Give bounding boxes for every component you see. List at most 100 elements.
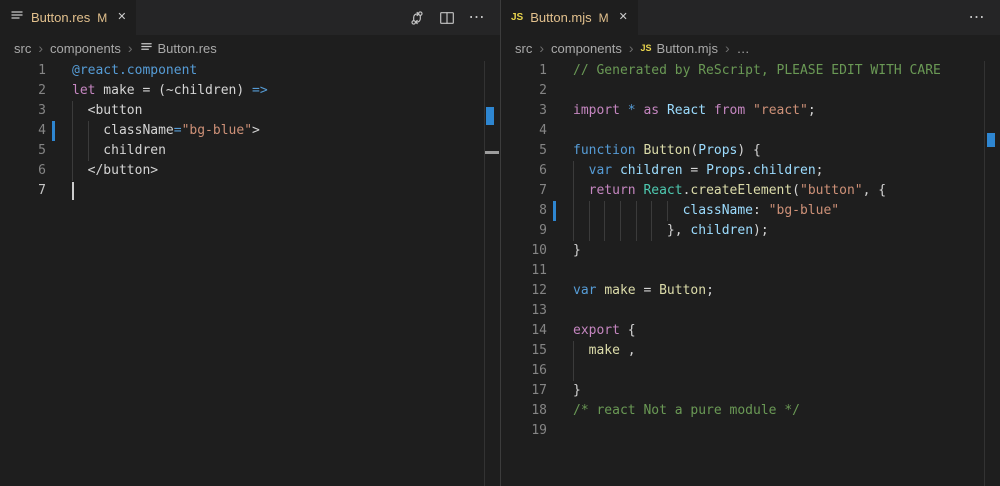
git-modified-badge: M bbox=[599, 11, 609, 25]
code-line[interactable]: 16 bbox=[501, 361, 1000, 381]
rescript-file-icon bbox=[10, 8, 24, 27]
code-line[interactable]: 13 bbox=[501, 301, 1000, 321]
line-number: 10 bbox=[501, 241, 547, 261]
code-token: . bbox=[745, 163, 753, 178]
line-content bbox=[573, 121, 1000, 141]
code-line[interactable]: 5 children bbox=[0, 141, 500, 161]
vscode-editor-window: Button.res M ✕ bbox=[0, 0, 1000, 486]
code-token: "react" bbox=[753, 103, 808, 118]
code-line[interactable]: 1// Generated by ReScript, PLEASE EDIT W… bbox=[501, 61, 1000, 81]
code-token: { bbox=[620, 323, 636, 338]
line-number: 7 bbox=[0, 181, 46, 201]
line-number: 3 bbox=[501, 101, 547, 121]
indent-guide bbox=[589, 221, 590, 241]
code-token: , { bbox=[863, 183, 886, 198]
tab-button-mjs[interactable]: JS Button.mjs M ✕ bbox=[501, 0, 638, 35]
code-line[interactable]: 7 bbox=[0, 181, 500, 201]
code-editor-left[interactable]: 1 @react.component2let make = (~children)… bbox=[0, 61, 500, 486]
line-content: /* react Not a pure module */ bbox=[573, 401, 1000, 421]
line-content: } bbox=[573, 241, 1000, 261]
code-line[interactable]: 18/* react Not a pure module */ bbox=[501, 401, 1000, 421]
code-line[interactable]: 1 @react.component bbox=[0, 61, 500, 81]
gutter bbox=[547, 261, 573, 281]
code-line[interactable]: 5function Button(Props) { bbox=[501, 141, 1000, 161]
gutter bbox=[46, 61, 72, 81]
code-token: children bbox=[72, 143, 166, 158]
code-token: var bbox=[573, 283, 604, 298]
line-number: 16 bbox=[501, 361, 547, 381]
code-line[interactable]: 15 make , bbox=[501, 341, 1000, 361]
code-line[interactable]: 7 return React.createElement("button", { bbox=[501, 181, 1000, 201]
indent-guide bbox=[620, 201, 621, 221]
overview-modified-mark bbox=[486, 107, 494, 125]
code-token: = bbox=[174, 123, 182, 138]
line-content: children bbox=[72, 141, 500, 161]
breadcrumb-file[interactable]: JS Button.mjs bbox=[641, 41, 718, 56]
close-icon[interactable]: ✕ bbox=[619, 12, 628, 23]
code-line[interactable]: 8 className: "bg-blue" bbox=[501, 201, 1000, 221]
more-actions-icon[interactable]: ⋯ bbox=[968, 9, 986, 27]
breadcrumb-more[interactable]: … bbox=[737, 41, 750, 56]
code-line[interactable]: 4 className="bg-blue"> bbox=[0, 121, 500, 141]
line-content: @react.component bbox=[72, 61, 500, 81]
javascript-file-icon: JS bbox=[641, 44, 652, 53]
line-number: 9 bbox=[501, 221, 547, 241]
code-line[interactable]: 14export { bbox=[501, 321, 1000, 341]
code-token: } bbox=[573, 243, 581, 258]
code-line[interactable]: 3 <button bbox=[0, 101, 500, 121]
code-token: Button bbox=[643, 143, 690, 158]
line-content: } bbox=[573, 381, 1000, 401]
line-number: 1 bbox=[0, 61, 46, 81]
code-token: Props bbox=[706, 163, 745, 178]
code-token: = bbox=[636, 283, 659, 298]
breadcrumb-file-label: Button.mjs bbox=[657, 41, 718, 56]
indent-guide bbox=[636, 221, 637, 241]
tab-button-res[interactable]: Button.res M ✕ bbox=[0, 0, 136, 35]
breadcrumb-item[interactable]: src bbox=[14, 41, 31, 56]
code-token: React bbox=[643, 183, 682, 198]
line-content: }, children); bbox=[573, 221, 1000, 241]
code-line[interactable]: 6 var children = Props.children; bbox=[501, 161, 1000, 181]
code-line[interactable]: 2let make = (~children) => bbox=[0, 81, 500, 101]
code-token: } bbox=[573, 383, 581, 398]
open-changes-icon[interactable] bbox=[408, 9, 426, 27]
code-line[interactable]: 9 }, children); bbox=[501, 221, 1000, 241]
gutter bbox=[46, 161, 72, 181]
code-token: ; bbox=[706, 283, 714, 298]
line-number: 14 bbox=[501, 321, 547, 341]
line-number: 2 bbox=[0, 81, 46, 101]
breadcrumb-item[interactable]: components bbox=[50, 41, 121, 56]
code-line[interactable]: 2 bbox=[501, 81, 1000, 101]
split-editor-icon[interactable] bbox=[438, 9, 456, 27]
code-line[interactable]: 11 bbox=[501, 261, 1000, 281]
line-content: </button> bbox=[72, 161, 500, 181]
code-line[interactable]: 4 bbox=[501, 121, 1000, 141]
breadcrumb-item[interactable]: components bbox=[551, 41, 622, 56]
close-icon[interactable]: ✕ bbox=[117, 12, 126, 23]
code-line[interactable]: 10} bbox=[501, 241, 1000, 261]
chevron-right-icon: › bbox=[128, 40, 133, 56]
overview-ruler-border bbox=[984, 61, 985, 486]
more-actions-icon[interactable]: ⋯ bbox=[468, 9, 486, 27]
code-line[interactable]: 3import * as React from "react"; bbox=[501, 101, 1000, 121]
indent-guide bbox=[573, 341, 574, 361]
breadcrumb-item[interactable]: src bbox=[515, 41, 532, 56]
line-number: 1 bbox=[501, 61, 547, 81]
code-line[interactable]: 6 </button> bbox=[0, 161, 500, 181]
code-token: * bbox=[628, 103, 636, 118]
breadcrumb-file[interactable]: Button.res bbox=[140, 40, 217, 56]
code-token: return bbox=[573, 183, 643, 198]
gutter bbox=[547, 241, 573, 261]
chevron-right-icon: › bbox=[725, 40, 730, 56]
indent-guide bbox=[604, 201, 605, 221]
code-line[interactable]: 17} bbox=[501, 381, 1000, 401]
code-editor-right[interactable]: 1// Generated by ReScript, PLEASE EDIT W… bbox=[501, 61, 1000, 486]
code-token: children bbox=[690, 223, 753, 238]
editor-actions-right: ⋯ bbox=[968, 0, 1000, 35]
line-number: 12 bbox=[501, 281, 547, 301]
code-token: => bbox=[252, 83, 268, 98]
code-line[interactable]: 19 bbox=[501, 421, 1000, 441]
code-line[interactable]: 12var make = Button; bbox=[501, 281, 1000, 301]
gutter bbox=[547, 281, 573, 301]
gutter bbox=[547, 221, 573, 241]
